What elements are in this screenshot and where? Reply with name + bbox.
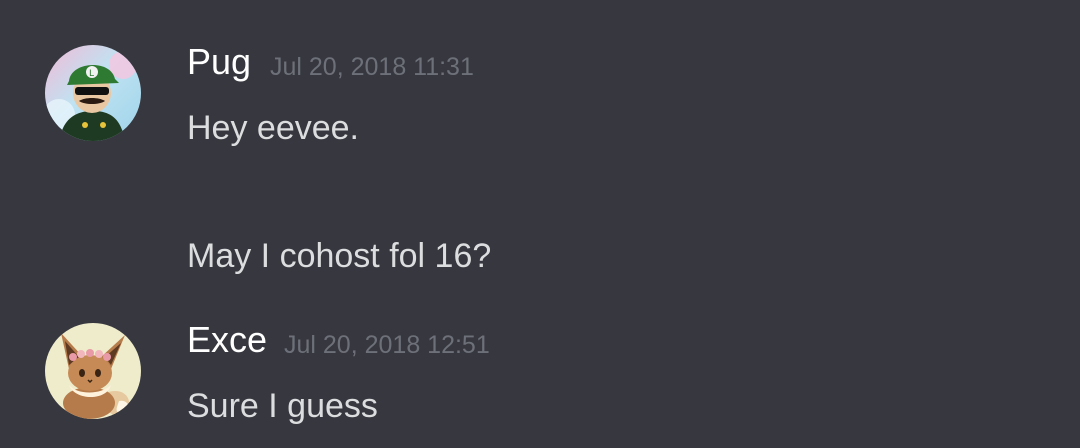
message-text: Sure I guess xyxy=(187,387,378,425)
message-group-exce: Exce Jul 20, 2018 12:51 Sure I guess xyxy=(0,300,1080,448)
eevee-avatar-icon[interactable] xyxy=(45,323,141,419)
message-text: Hey eevee. xyxy=(187,109,359,147)
svg-text:L: L xyxy=(89,69,94,79)
message-timestamp: Jul 20, 2018 11:31 xyxy=(270,53,474,81)
author-name[interactable]: Exce xyxy=(187,320,267,360)
message-timestamp: Jul 20, 2018 12:51 xyxy=(284,331,490,359)
chat-message-list: L Pug Jul 20, 2018 11:31 Hey eevee. May … xyxy=(0,0,1080,448)
message-group-pug: L Pug Jul 20, 2018 11:31 Hey eevee. May … xyxy=(0,0,1080,300)
luigi-avatar-icon[interactable]: L xyxy=(45,45,141,141)
author-name[interactable]: Pug xyxy=(187,42,251,82)
message-text: May I cohost fol 16? xyxy=(187,237,492,275)
